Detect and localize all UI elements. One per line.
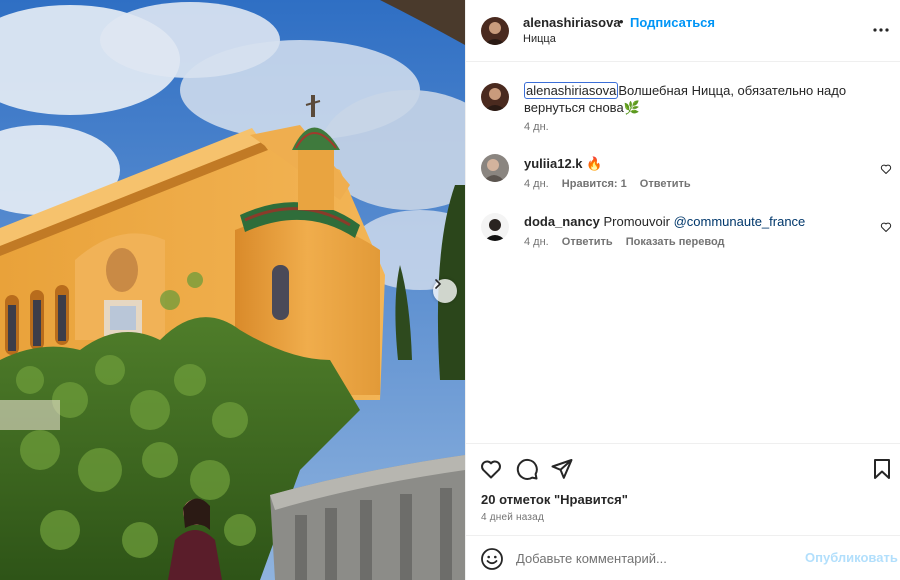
comment-meta: 4 дн. Ответить Показать перевод xyxy=(524,236,735,248)
next-photo-button[interactable] xyxy=(433,279,457,303)
comment-username[interactable]: doda_nancy xyxy=(524,214,600,229)
comment-avatar[interactable] xyxy=(481,213,509,241)
likes-count[interactable]: 20 отметок "Нравится" xyxy=(481,492,628,507)
heart-outline-icon[interactable] xyxy=(880,221,892,233)
comment-text-block: yuliia12.k 🔥 xyxy=(524,155,854,172)
add-comment-bar: Опубликовать xyxy=(466,535,900,580)
comment-username[interactable]: yuliia12.k xyxy=(524,156,583,171)
reply-button[interactable]: Ответить xyxy=(640,178,691,190)
comment-mention-link[interactable]: @communaute_france xyxy=(674,214,806,229)
follow-button[interactable]: Подписаться xyxy=(630,15,715,30)
post-details-panel: alenashiriasova • Подписаться Ницца alen… xyxy=(465,0,900,580)
comment-likes[interactable]: Нравится: 1 xyxy=(562,178,627,190)
heart-icon[interactable] xyxy=(479,457,503,481)
share-icon[interactable] xyxy=(550,457,574,481)
emoji-icon[interactable] xyxy=(480,547,504,571)
reply-button[interactable]: Ответить xyxy=(562,236,613,248)
post-photo[interactable] xyxy=(0,0,465,580)
comment-meta: 4 дн. Нравится: 1 Ответить xyxy=(524,178,701,190)
comment-text-block: doda_nancy Promouvoir @communaute_france xyxy=(524,213,854,230)
comment-text: Promouvoir xyxy=(603,214,670,229)
caption-username[interactable]: alenashiriasova xyxy=(524,82,619,99)
post-header: alenashiriasova • Подписаться Ницца xyxy=(466,0,900,62)
photo-image xyxy=(0,0,465,580)
more-options-button[interactable] xyxy=(871,20,891,40)
post-modal: alenashiriasova • Подписаться Ницца alen… xyxy=(0,0,900,580)
translate-button[interactable]: Показать перевод xyxy=(626,236,725,248)
caption-time[interactable]: 4 дн. xyxy=(524,121,549,133)
comment-text: 🔥 xyxy=(586,156,603,171)
caption-avatar[interactable] xyxy=(481,83,509,111)
heart-outline-icon[interactable] xyxy=(880,163,892,175)
post-time[interactable]: 4 дней назад xyxy=(481,512,544,523)
separator-dot: • xyxy=(619,14,624,29)
comment-input[interactable] xyxy=(516,547,796,569)
comment-icon[interactable] xyxy=(515,457,539,481)
publish-button[interactable]: Опубликовать xyxy=(805,550,898,565)
comment-time[interactable]: 4 дн. xyxy=(524,178,549,190)
comment-time[interactable]: 4 дн. xyxy=(524,236,549,248)
author-username[interactable]: alenashiriasova xyxy=(523,15,621,30)
post-location[interactable]: Ницца xyxy=(523,33,556,45)
post-actions: 20 отметок "Нравится" 4 дней назад xyxy=(466,443,900,535)
bookmark-icon[interactable] xyxy=(870,457,894,481)
caption-meta: 4 дн. xyxy=(524,121,559,133)
chevron-right-icon xyxy=(435,279,442,289)
comment-avatar[interactable] xyxy=(481,154,509,182)
author-avatar[interactable] xyxy=(481,17,509,45)
caption-text-block: alenashiriasova Волшебная Ницца, обязател… xyxy=(524,82,854,116)
more-icon xyxy=(873,28,889,32)
